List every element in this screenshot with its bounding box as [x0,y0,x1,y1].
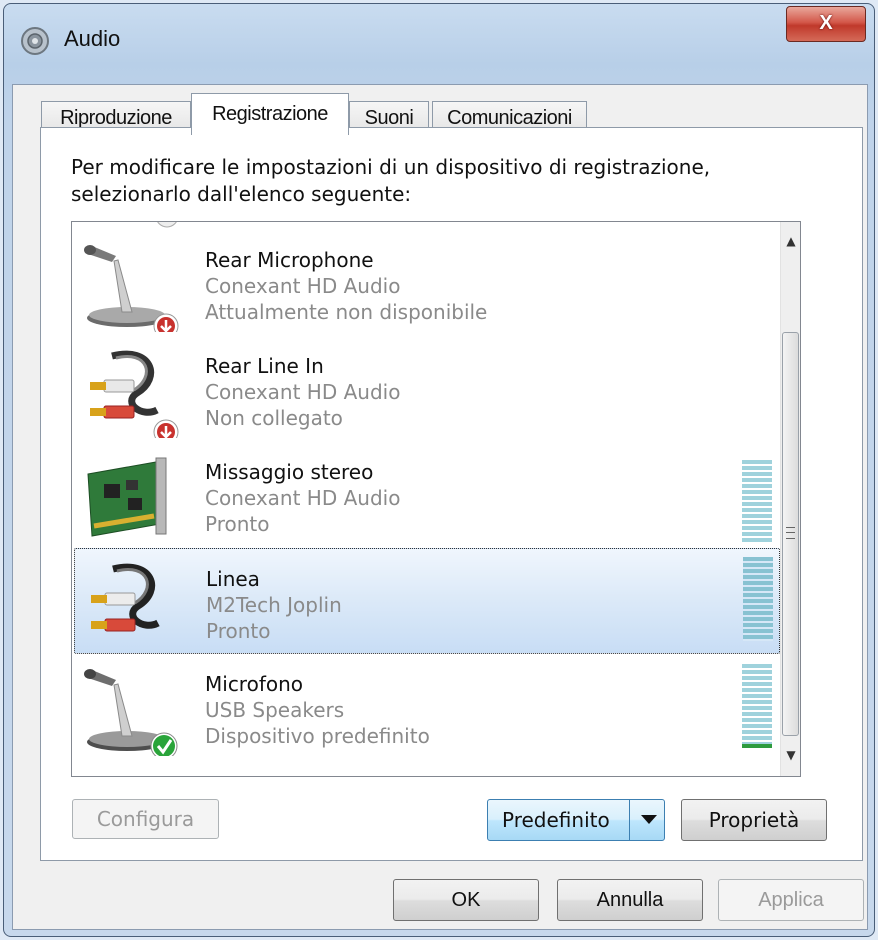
line-in-cable-icon [91,563,160,632]
device-row-microfono[interactable]: Microfono USB Speakers Dispositivo prede… [74,654,780,760]
device-driver: Conexant HD Audio [205,274,401,298]
device-row-rear-microphone[interactable]: Rear Microphone Conexant HD Audio Attual… [74,230,780,336]
device-status: Pronto [206,619,271,643]
device-name: Rear Line In [205,354,324,378]
device-name: Linea [206,567,260,591]
level-meter [742,664,772,748]
set-default-button[interactable]: Predefinito [487,799,665,841]
registrazione-panel: Per modificare le impostazioni di un dis… [40,127,863,861]
partial-badge-icon [157,222,177,228]
device-name: Microfono [205,672,304,696]
level-meter-fill [742,744,772,748]
device-status: Pronto [205,512,270,536]
sound-card-icon [87,457,167,537]
microphone-icon [84,245,179,332]
close-button[interactable]: X [786,6,866,42]
microphone-icon [84,669,178,756]
device-list-scrollbar[interactable]: ▲ ▼ [780,222,800,776]
properties-button[interactable]: Proprietà [681,799,827,841]
device-row-rear-line-in[interactable]: Rear Line In Conexant HD Audio Non colle… [74,336,780,442]
device-status: Attualmente non disponibile [205,300,488,324]
apply-button[interactable]: Applica [718,879,864,921]
chevron-down-icon[interactable] [629,800,664,840]
close-icon: X [819,12,833,34]
title-bar[interactable]: Audio X [4,4,874,74]
device-status: Dispositivo predefinito [205,724,430,748]
configure-button[interactable]: Configura [72,799,219,839]
tab-registrazione[interactable]: Registrazione [191,93,349,135]
scroll-down-icon[interactable]: ▼ [781,744,800,766]
instructions-text: Per modificare le impostazioni di un dis… [71,155,711,206]
level-meter [743,557,773,641]
dialog-body: Riproduzione Registrazione Suoni Comunic… [12,84,868,930]
cancel-button[interactable]: Annulla [557,879,703,921]
ok-button[interactable]: OK [393,879,539,921]
level-meter [742,460,772,544]
window-title: Audio [64,26,121,51]
device-status: Non collegato [205,406,343,430]
set-default-label: Predefinito [502,808,610,832]
device-row-linea[interactable]: Linea M2Tech Joplin Pronto [74,548,780,654]
line-in-cable-icon [90,350,179,438]
scroll-up-icon[interactable]: ▲ [781,230,800,252]
device-driver: Conexant HD Audio [205,486,401,510]
device-driver: Conexant HD Audio [205,380,401,404]
scrollbar-thumb[interactable] [782,332,799,736]
device-name: Missaggio stereo [205,460,374,484]
audio-dialog-window: Audio X Riproduzione Registrazione Suoni… [3,3,875,937]
device-list[interactable]: Rear Microphone Conexant HD Audio Attual… [71,221,801,777]
device-driver: M2Tech Joplin [206,593,342,617]
device-driver: USB Speakers [205,698,345,722]
speaker-icon [21,27,49,55]
grip-icon [786,527,795,539]
device-row-missaggio-stereo[interactable]: Missaggio stereo Conexant HD Audio Pront… [74,442,780,548]
device-name: Rear Microphone [205,248,374,272]
